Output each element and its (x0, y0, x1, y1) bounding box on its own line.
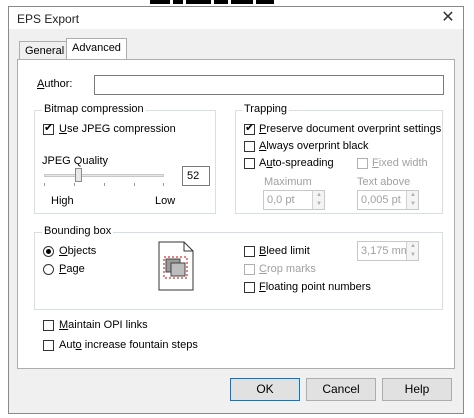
high-label: High (51, 195, 74, 207)
low-label: Low (155, 195, 176, 207)
radio-selected-dot (46, 249, 51, 254)
fixed-width-label: Fixed width (372, 157, 428, 169)
spin-down-icon: ▼ (316, 201, 322, 207)
maximum-spinbox[interactable]: 0,0 pt ▲ ▼ (263, 190, 325, 210)
check-icon: ✔ (44, 122, 54, 134)
maximum-value: 0,0 pt (267, 194, 295, 206)
objects-radio[interactable] (43, 246, 54, 257)
bounding-box-preview-icon (158, 241, 194, 291)
fixed-width-checkbox[interactable] (357, 158, 368, 169)
bleed-limit-spin-arrows[interactable]: ▲ ▼ (406, 242, 418, 260)
author-input[interactable] (94, 75, 444, 95)
close-icon[interactable]: ✕ (439, 9, 457, 27)
use-jpeg-checkbox[interactable]: ✔ (43, 122, 54, 135)
text-above-label: Text above (357, 176, 411, 188)
tab-general-label: General (25, 45, 65, 57)
jpeg-quality-input[interactable]: 52 (182, 166, 210, 186)
page-label[interactable]: Page (59, 263, 85, 275)
page-radio[interactable] (43, 264, 54, 275)
bleed-limit-spinbox[interactable]: 3,175 mm ▲ ▼ (357, 241, 419, 261)
trapping-legend: Trapping (242, 103, 290, 115)
auto-spreading-checkbox[interactable] (244, 158, 255, 169)
spin-up-icon: ▲ (410, 192, 416, 198)
tab-general[interactable]: General (19, 41, 71, 59)
tab-advanced[interactable]: Advanced (66, 38, 127, 59)
bleed-limit-label[interactable]: Bleed limit (259, 245, 310, 257)
jpeg-quality-label: JPEG Quality (42, 155, 109, 167)
spin-up-icon: ▲ (316, 192, 322, 198)
bounding-box-legend: Bounding box (42, 225, 114, 237)
auto-fountain-checkbox[interactable] (43, 340, 54, 351)
spin-down-icon: ▼ (410, 252, 416, 258)
advanced-panel: Author: Bitmap compression ✔ Use JPEG co… (17, 59, 455, 369)
jpeg-quality-value: 52 (187, 170, 200, 182)
crop-marks-label: Crop marks (259, 263, 316, 275)
jpeg-quality-track[interactable] (44, 174, 164, 177)
floating-point-checkbox[interactable] (244, 282, 255, 293)
jpeg-quality-slider-thumb[interactable] (75, 168, 82, 182)
title-bar: EPS Export ✕ (9, 7, 463, 29)
ok-button[interactable]: OK (230, 378, 300, 401)
maximum-spin-arrows[interactable]: ▲ ▼ (312, 191, 324, 209)
cancel-button[interactable]: Cancel (306, 378, 376, 401)
slider-ticks (44, 183, 164, 186)
auto-fountain-label[interactable]: Auto increase fountain steps (59, 339, 198, 351)
maintain-opi-label[interactable]: Maintain OPI links (59, 319, 148, 331)
bleed-limit-checkbox[interactable] (244, 246, 255, 257)
auto-spreading-label[interactable]: Auto-spreading (259, 157, 334, 169)
floating-point-label[interactable]: Floating point numbers (259, 281, 371, 293)
preserve-overprint-label[interactable]: Preserve document overprint settings (259, 123, 441, 135)
maximum-label: Maximum (264, 176, 312, 188)
preserve-overprint-checkbox[interactable]: ✔ (244, 122, 255, 135)
spin-down-icon: ▼ (410, 201, 416, 207)
tab-advanced-label: Advanced (72, 42, 121, 54)
always-overprint-black-label[interactable]: Always overprint black (259, 140, 368, 152)
always-overprint-black-checkbox[interactable] (244, 141, 255, 152)
use-jpeg-label[interactable]: Use JPEG compression (59, 123, 176, 135)
text-above-spin-arrows[interactable]: ▲ ▼ (406, 191, 418, 209)
maintain-opi-checkbox[interactable] (43, 320, 54, 331)
eps-export-dialog: EPS Export ✕ General Advanced Author: Bi… (8, 6, 464, 414)
text-above-spinbox[interactable]: 0,005 pt ▲ ▼ (357, 190, 419, 210)
crop-marks-checkbox[interactable] (244, 264, 255, 275)
window-title: EPS Export (17, 12, 80, 26)
author-label: Author: (37, 78, 73, 90)
bleed-limit-value: 3,175 mm (361, 245, 407, 257)
objects-label[interactable]: Objects (59, 245, 96, 257)
spin-up-icon: ▲ (410, 243, 416, 249)
bitmap-compression-legend: Bitmap compression (42, 103, 146, 115)
text-above-value: 0,005 pt (361, 194, 401, 206)
help-button[interactable]: Help (382, 378, 452, 401)
check-icon: ✔ (245, 122, 255, 134)
